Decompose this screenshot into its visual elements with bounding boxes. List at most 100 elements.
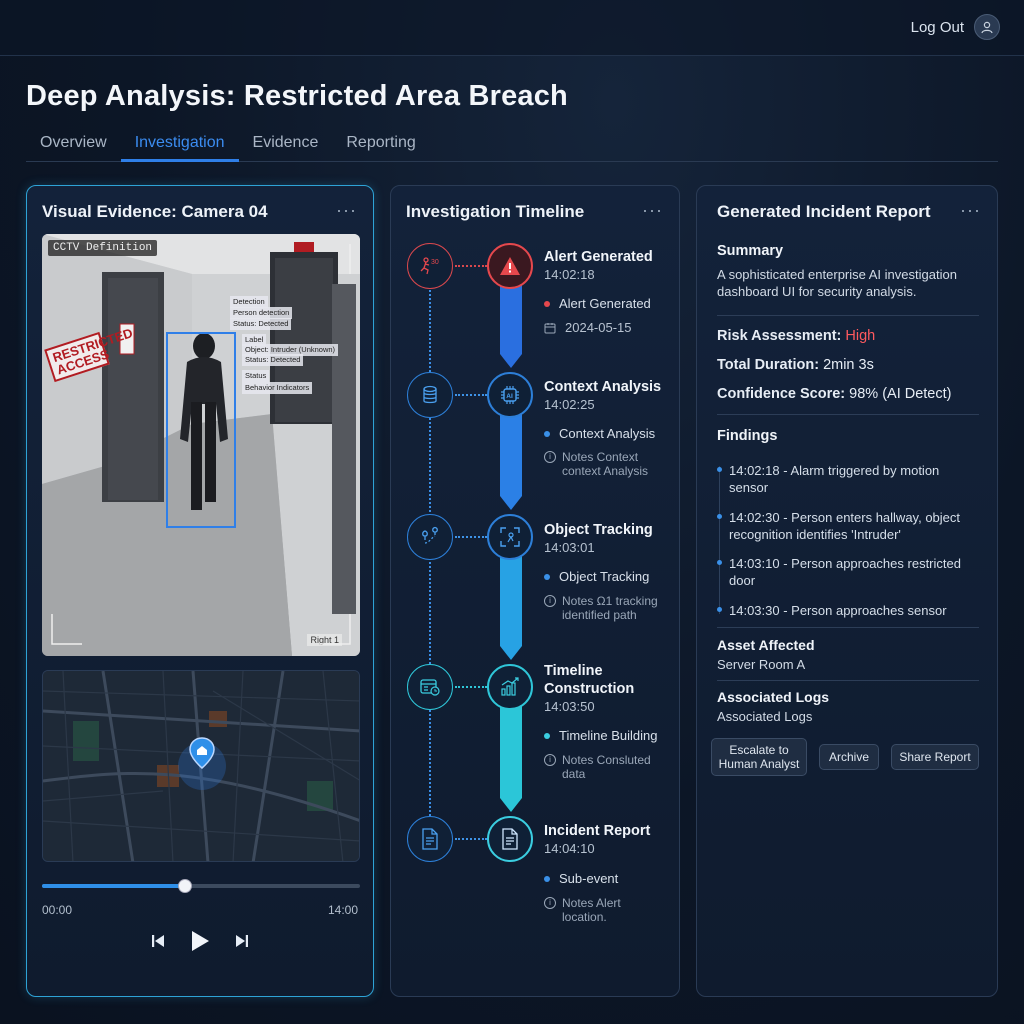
time-start: 00:00 (42, 903, 73, 917)
finding-dot (717, 560, 722, 565)
tab-reporting[interactable]: Reporting (332, 126, 429, 162)
finding-dot (717, 467, 722, 472)
visual-evidence-title: Visual Evidence: Camera 04 (42, 202, 268, 221)
top-bar: Log Out (0, 0, 1024, 56)
divider (717, 627, 979, 628)
share-report-button[interactable]: Share Report (891, 744, 979, 770)
skip-back-icon[interactable] (150, 933, 166, 949)
step-note: i Notes Alert location. (544, 896, 662, 924)
divider (717, 680, 979, 681)
sub-event-label: Object Tracking (559, 569, 650, 584)
play-icon[interactable] (190, 930, 210, 952)
report-title: Generated Incident Report (717, 202, 931, 221)
finding-item: 14:02:30 - Person enters hallway, object… (717, 509, 981, 543)
summary-text: A sophisticated enterprise AI investigat… (717, 267, 957, 299)
logs-value: Associated Logs (717, 709, 813, 724)
asset-label: Asset Affected (717, 637, 815, 653)
video-scrubber[interactable] (42, 879, 360, 893)
note-text: Notes Consluted data (562, 753, 651, 781)
finding-text: 14:02:18 - Alarm triggered by motion sen… (729, 463, 940, 495)
timeline-bar (500, 704, 522, 812)
step-title: Alert Generated (544, 249, 653, 265)
connector-dots (455, 536, 487, 538)
connector-dots (455, 265, 487, 267)
findings-label: Findings (717, 428, 778, 444)
finding-dot (717, 514, 722, 519)
visual-evidence-panel: Visual Evidence: Camera 04 ··· CCTV Defi… (26, 185, 374, 997)
tab-overview[interactable]: Overview (26, 126, 121, 162)
step-date: 2024-05-15 (544, 320, 632, 335)
duration-value: 2min 3s (823, 357, 874, 373)
tab-evidence[interactable]: Evidence (239, 126, 333, 162)
more-options-icon[interactable]: ··· (960, 200, 981, 221)
tab-bar: Overview Investigation Evidence Reportin… (26, 126, 998, 162)
step-time: 14:03:50 (544, 699, 595, 714)
finding-dot (717, 607, 722, 612)
confidence-score: Confidence Score: 98% (AI Detect) (717, 386, 951, 402)
route-pins-icon[interactable] (407, 514, 453, 560)
finding-text: 14:02:30 - Person enters hallway, object… (729, 510, 961, 542)
incident-report-panel: Generated Incident Report ··· Summary A … (696, 185, 998, 997)
sub-event-label: Alert Generated (559, 296, 651, 311)
alert-warning-icon[interactable] (487, 243, 533, 289)
finding-item: 14:03:10 - Person approaches restricted … (717, 555, 981, 589)
finding-item: 14:02:18 - Alarm triggered by motion sen… (717, 462, 981, 496)
svg-text:AI: AI (506, 393, 513, 400)
confidence-label: Confidence Score: (717, 386, 846, 402)
step-title: Incident Report (544, 823, 651, 839)
time-end: 14:00 (327, 903, 358, 917)
note-text: Notes Alert location. (562, 896, 621, 924)
summary-label: Summary (717, 243, 784, 259)
document-icon[interactable] (407, 816, 453, 862)
database-icon[interactable] (407, 372, 453, 418)
detection-label: Status (242, 370, 270, 382)
chart-growth-icon[interactable] (487, 664, 533, 710)
logout-button[interactable]: Log Out (911, 14, 1000, 40)
sub-dot-icon (544, 732, 550, 739)
timeline-schedule-icon[interactable] (407, 664, 453, 710)
info-icon: i (544, 451, 556, 463)
detection-label: Detection (230, 296, 268, 308)
finding-text: 14:03:30 - Person approaches sensor (729, 603, 947, 618)
detection-label: Person detection (230, 307, 293, 319)
date-label: 2024-05-15 (565, 320, 632, 335)
report-document-icon[interactable] (487, 816, 533, 862)
step-title: Object Tracking (544, 522, 653, 538)
more-options-icon[interactable]: ··· (336, 200, 357, 221)
finding-text: 14:03:10 - Person approaches restricted … (729, 556, 961, 588)
tab-investigation[interactable]: Investigation (120, 126, 239, 162)
connector-dots (455, 686, 487, 688)
user-avatar-icon (974, 14, 1000, 40)
confidence-value: 98% (AI Detect) (849, 386, 952, 402)
asset-value: Server Room A (717, 657, 806, 672)
detection-label: Status: Detected (230, 318, 292, 330)
location-map[interactable] (42, 670, 360, 862)
object-tracking-icon[interactable] (487, 514, 533, 560)
location-pin-icon[interactable] (189, 737, 215, 769)
info-icon: i (544, 754, 556, 766)
timeline-bar (500, 412, 522, 510)
cctv-video-frame[interactable]: CCTV Definition RESTRICTED ACCESS Detect… (42, 234, 360, 656)
sub-dot-icon (544, 430, 550, 437)
calendar-icon (544, 322, 556, 333)
duration-label: Total Duration: (717, 357, 820, 373)
scrubber-handle[interactable] (178, 879, 193, 893)
total-duration: Total Duration: 2min 3s (717, 357, 874, 373)
more-options-icon[interactable]: ··· (642, 200, 663, 221)
ai-chip-icon[interactable]: AI (487, 372, 533, 418)
camera-corner-label: Right 1 (307, 634, 342, 646)
skip-forward-icon[interactable] (234, 933, 250, 949)
step-sub-event: Timeline Building (544, 728, 658, 743)
step-time: 14:02:25 (544, 397, 595, 412)
escalate-button[interactable]: Escalate to Human Analyst (711, 738, 807, 776)
running-person-icon[interactable]: 30 (407, 243, 453, 289)
detection-label: Behavior Indicators (242, 382, 313, 394)
investigation-timeline-panel: Investigation Timeline ··· 30 Alert Gene… (390, 185, 680, 997)
detection-label: Status: Detected (242, 354, 304, 366)
connector-dots (455, 394, 487, 396)
step-time: 14:04:10 (544, 841, 595, 856)
sub-event-label: Timeline Building (559, 728, 658, 743)
step-note: i Notes Context context Analysis (544, 450, 662, 478)
detection-bounding-box[interactable] (166, 332, 236, 528)
archive-button[interactable]: Archive (819, 744, 879, 770)
